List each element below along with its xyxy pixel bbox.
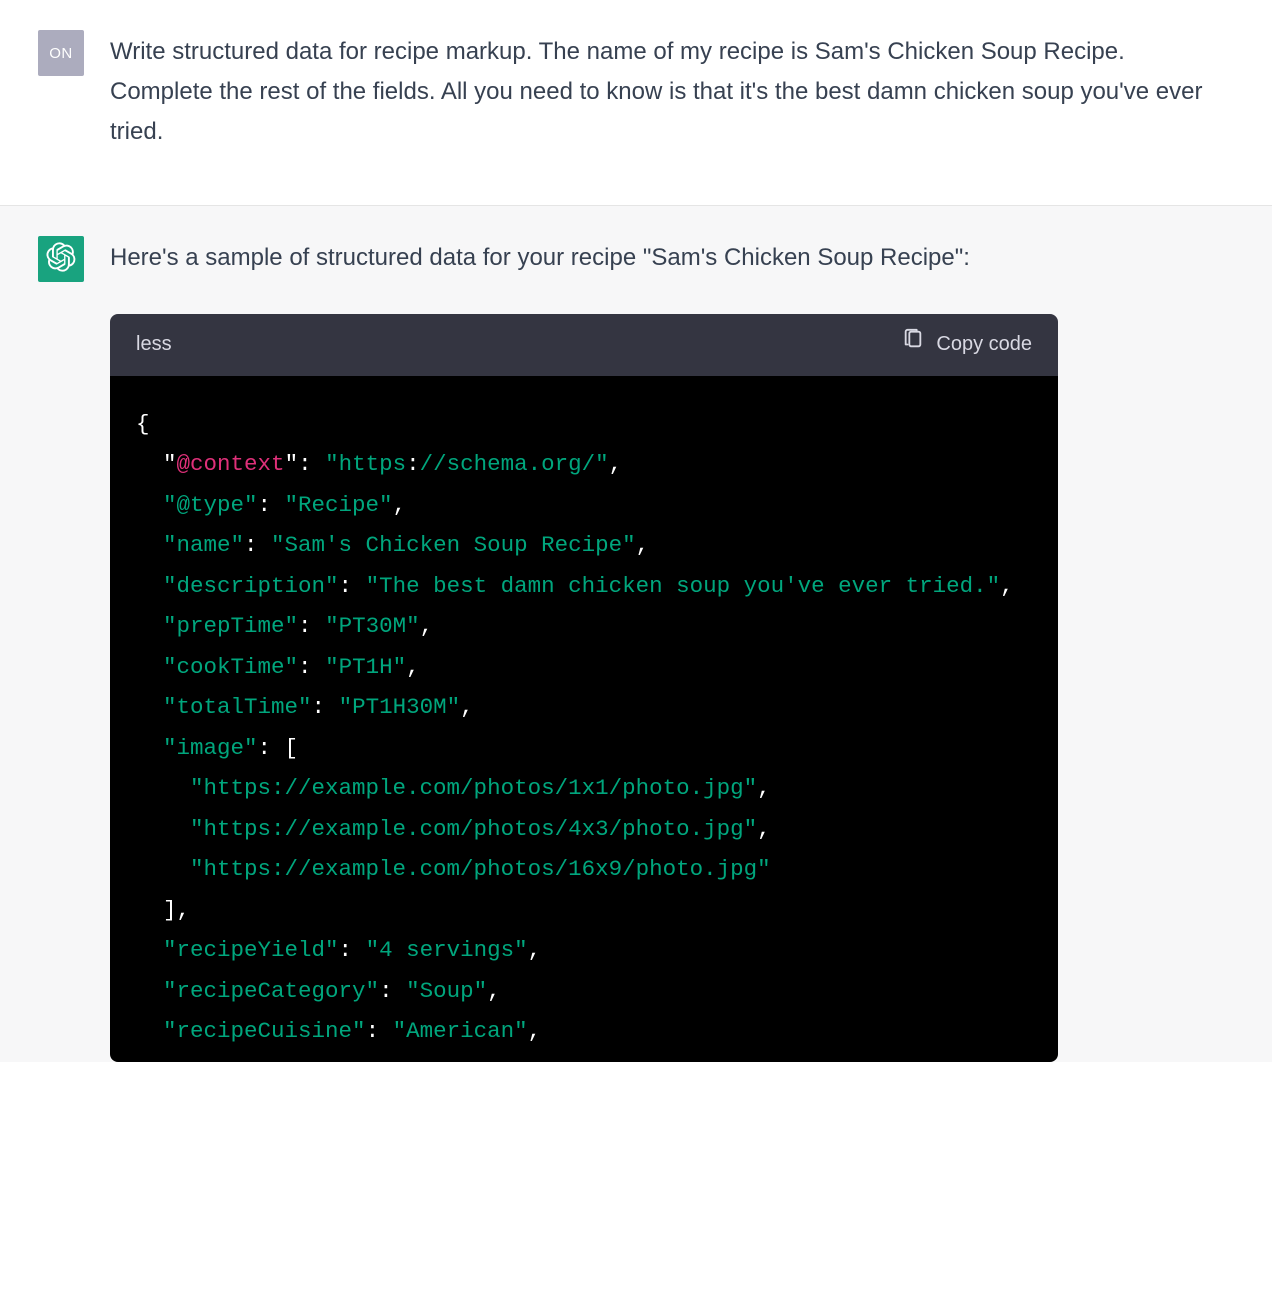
assistant-content: Here's a sample of structured data for y…	[110, 236, 1220, 1061]
code-block: less Copy code { "@context": "https://sc…	[110, 314, 1058, 1061]
user-message-text: Write structured data for recipe markup.…	[110, 30, 1220, 151]
user-avatar-label: ON	[49, 45, 73, 62]
code-language-label: less	[136, 328, 172, 361]
user-message-row: ON Write structured data for recipe mark…	[0, 0, 1272, 206]
assistant-avatar	[38, 236, 84, 282]
code-body[interactable]: { "@context": "https://schema.org/", "@t…	[110, 376, 1058, 1062]
assistant-message-row: Here's a sample of structured data for y…	[0, 206, 1272, 1061]
user-avatar: ON	[38, 30, 84, 76]
clipboard-icon	[902, 328, 924, 361]
copy-code-label: Copy code	[936, 328, 1032, 361]
code-header: less Copy code	[110, 314, 1058, 375]
assistant-message-text: Here's a sample of structured data for y…	[110, 238, 1220, 278]
openai-logo-icon	[46, 242, 76, 277]
copy-code-button[interactable]: Copy code	[902, 328, 1032, 361]
